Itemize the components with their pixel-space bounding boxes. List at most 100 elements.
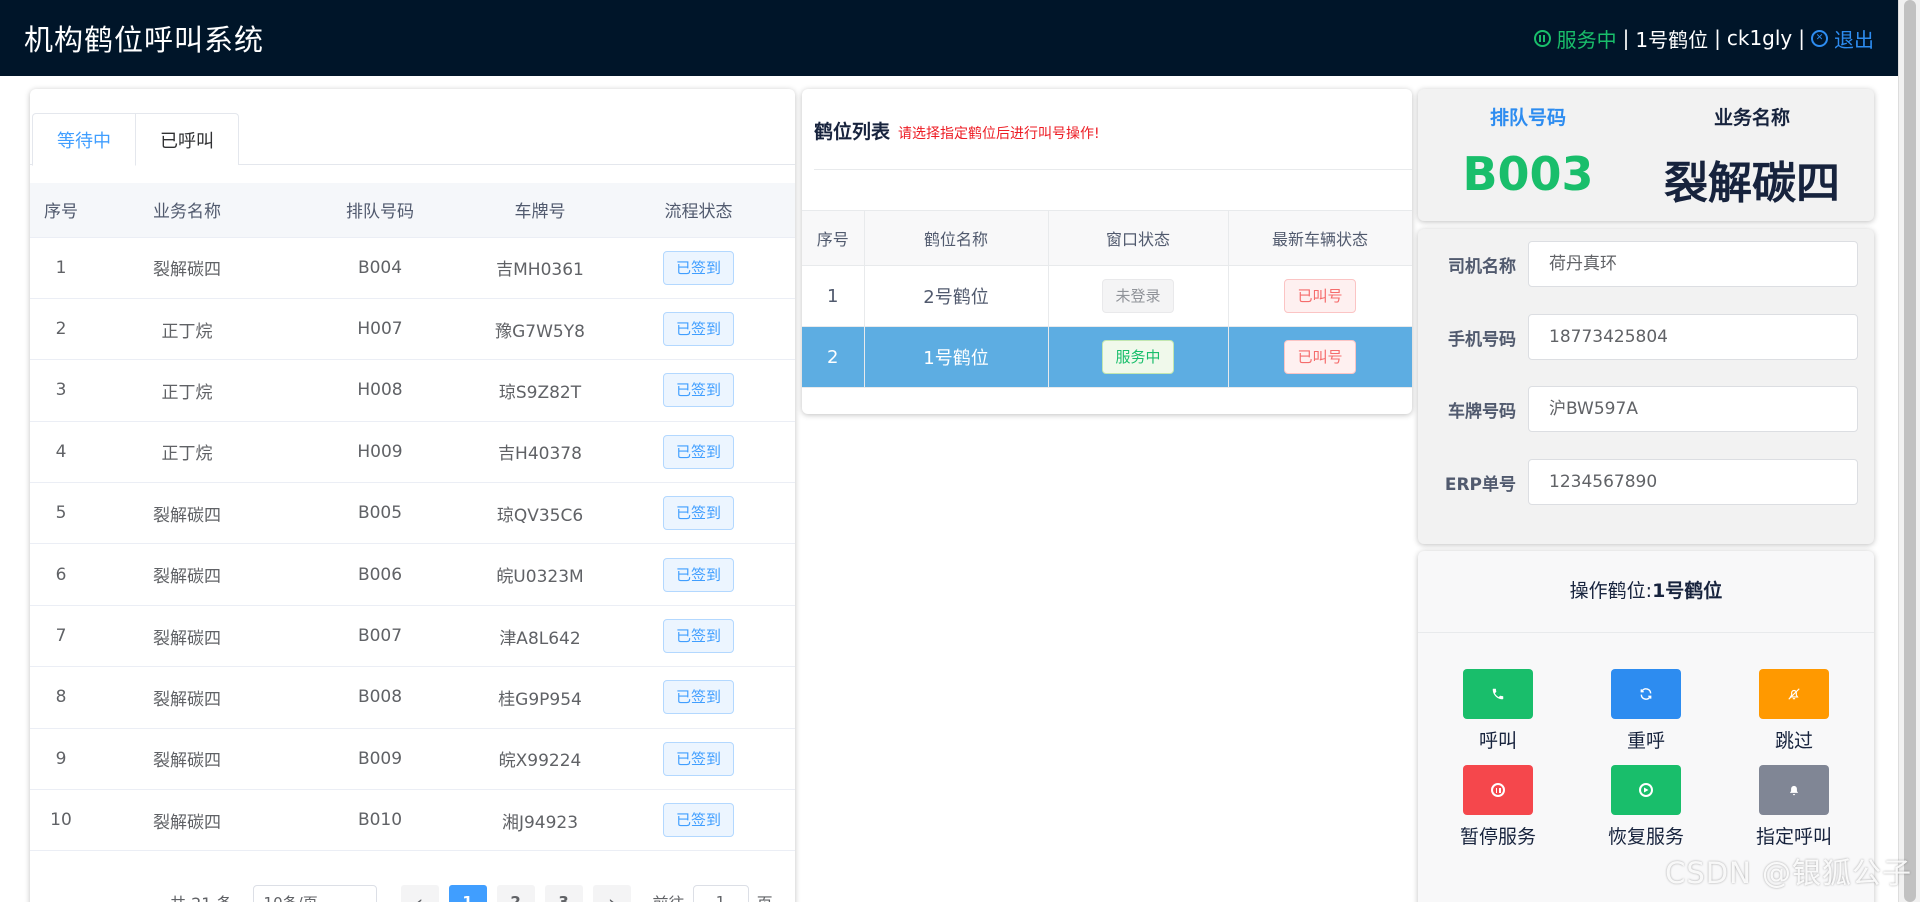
driver-name-field[interactable]: 荷丹真环 bbox=[1528, 241, 1858, 287]
call-button[interactable]: 呼叫 bbox=[1443, 669, 1553, 753]
column-header[interactable]: 排队号码 bbox=[282, 183, 478, 238]
cell-no: 4 bbox=[30, 421, 92, 484]
cell-queue: B009 bbox=[282, 728, 478, 791]
phone-field[interactable]: 18773425804 bbox=[1528, 314, 1858, 360]
table-row[interactable]: 6 裂解碳四 B006 皖U0323M 已签到 bbox=[30, 543, 795, 606]
form-row-plate: 车牌号码 沪BW597A bbox=[1418, 386, 1874, 432]
plate-field[interactable]: 沪BW597A bbox=[1528, 386, 1858, 432]
watermark: CSDN @银狐公子 bbox=[1665, 856, 1912, 890]
cell-queue: B004 bbox=[282, 237, 478, 299]
separator: | bbox=[1622, 26, 1630, 50]
designated-call-button[interactable]: 指定呼叫 bbox=[1739, 765, 1849, 849]
cell-biz: 裂解碳四 bbox=[92, 482, 282, 545]
page-button[interactable]: 1 bbox=[448, 885, 487, 902]
vehicle-status-badge: 已叫号 bbox=[1284, 340, 1356, 374]
phone-label: 手机号码 bbox=[1448, 329, 1516, 350]
service-status: 服务中 bbox=[1533, 24, 1617, 53]
column-header: 最新车辆状态 bbox=[1228, 210, 1412, 266]
erp-label: ERP单号 bbox=[1444, 474, 1516, 495]
phone-icon bbox=[1463, 669, 1533, 719]
play-circle-icon bbox=[1611, 765, 1681, 815]
table-header-row: 序号 鹤位名称 窗口状态 最新车辆状态 bbox=[802, 210, 1412, 266]
table-row[interactable]: 8 裂解碳四 B008 桂G9P954 已签到 bbox=[30, 666, 795, 729]
scrollbar-thumb[interactable] bbox=[1904, 0, 1916, 902]
table-row[interactable]: 5 裂解碳四 B005 琼QV35C6 已签到 bbox=[30, 482, 795, 545]
refresh-icon bbox=[1611, 669, 1681, 719]
operation-crane-title: 操作鹤位:1号鹤位 bbox=[1418, 576, 1874, 603]
prev-page-button[interactable]: ‹ bbox=[400, 885, 439, 902]
table-row[interactable]: 1 裂解碳四 B004 吉MH0361 已签到 bbox=[30, 237, 795, 299]
column-header: 鹤位名称 bbox=[864, 210, 1049, 266]
skip-label: 跳过 bbox=[1774, 730, 1813, 752]
designated-call-label: 指定呼叫 bbox=[1755, 826, 1832, 848]
bell-off-icon bbox=[1759, 669, 1829, 719]
cell-status: 已签到 bbox=[602, 789, 795, 852]
queue-number-value: B003 bbox=[1462, 147, 1594, 201]
crane-row[interactable]: 1 2号鹤位 未登录 已叫号 bbox=[802, 265, 1412, 327]
column-header[interactable]: 业务名称 bbox=[92, 183, 282, 238]
goto-label: 前往 bbox=[653, 890, 685, 902]
column-header: 序号 bbox=[802, 210, 865, 266]
cell-no: 2 bbox=[30, 298, 92, 361]
page-size-select[interactable]: 10条/页 ⌄ bbox=[252, 885, 377, 902]
cell-status: 已签到 bbox=[602, 666, 795, 729]
status-badge: 已签到 bbox=[662, 434, 734, 469]
cell-biz: 裂解碳四 bbox=[92, 605, 282, 668]
table-row[interactable]: 7 裂解碳四 B007 津A8L642 已签到 bbox=[30, 605, 795, 668]
cell-status: 已签到 bbox=[602, 298, 795, 361]
crane-list-hint: 请选择指定鹤位后进行叫号操作! bbox=[898, 126, 1100, 142]
close-circle-icon: ✕ bbox=[1811, 29, 1828, 47]
table-row[interactable]: 9 裂解碳四 B009 皖X99224 已签到 bbox=[30, 728, 795, 791]
driver-info-form: 司机名称 荷丹真环 手机号码 18773425804 车牌号码 沪BW597A … bbox=[1418, 229, 1874, 544]
cell-no: 6 bbox=[30, 543, 92, 606]
cell-no: 7 bbox=[30, 605, 92, 668]
cell-no: 8 bbox=[30, 666, 92, 729]
tab-called[interactable]: 已呼叫 bbox=[135, 113, 239, 165]
table-row[interactable]: 2 正丁烷 H007 豫G7W5Y8 已签到 bbox=[30, 298, 795, 361]
pause-service-button[interactable]: 暂停服务 bbox=[1443, 765, 1553, 849]
status-badge: 已签到 bbox=[662, 803, 734, 838]
column-header[interactable]: 序号 bbox=[30, 183, 92, 238]
cell-queue: B005 bbox=[282, 482, 478, 545]
status-badge: 已签到 bbox=[662, 312, 734, 347]
cell-vehicle-status: 已叫号 bbox=[1228, 265, 1412, 327]
resume-service-button[interactable]: 恢复服务 bbox=[1591, 765, 1701, 849]
cell-biz: 裂解碳四 bbox=[92, 728, 282, 791]
queue-panel: 等待中 已呼叫 序号 业务名称 排队号码 车牌号 流程状态 1 裂解碳四 B004 吉… bbox=[30, 89, 795, 902]
recall-button[interactable]: 重呼 bbox=[1591, 669, 1701, 753]
cell-biz: 裂解碳四 bbox=[92, 237, 282, 299]
cell-no: 10 bbox=[30, 789, 92, 852]
crane-row[interactable]: 2 1号鹤位 服务中 已叫号 bbox=[802, 326, 1412, 388]
cell-plate: 桂G9P954 bbox=[478, 666, 602, 729]
column-header[interactable]: 流程状态 bbox=[602, 183, 795, 238]
table-row[interactable]: 3 正丁烷 H008 琼S9Z82T 已签到 bbox=[30, 359, 795, 422]
queue-number-label: 排队号码 bbox=[1489, 107, 1566, 129]
table-row[interactable]: 4 正丁烷 H009 吉H40378 已签到 bbox=[30, 421, 795, 484]
cell-name: 1号鹤位 bbox=[864, 326, 1049, 388]
skip-button[interactable]: 跳过 bbox=[1739, 669, 1849, 753]
table-row[interactable]: 10 裂解碳四 B010 湘J94923 已签到 bbox=[30, 789, 795, 852]
window-status-badge: 服务中 bbox=[1102, 340, 1174, 374]
cell-queue: H007 bbox=[282, 298, 478, 361]
recall-label: 重呼 bbox=[1626, 730, 1665, 752]
next-page-button[interactable]: › bbox=[592, 885, 631, 902]
tab-waiting[interactable]: 等待中 bbox=[32, 113, 136, 166]
pagination: 共 21 条 10条/页 ⌄ ‹ 1 2 3 › 前往 1 页 bbox=[170, 885, 773, 902]
logout-button[interactable]: ✕ 退出 bbox=[1811, 24, 1874, 53]
page-button[interactable]: 3 bbox=[544, 885, 583, 902]
goto-page-input[interactable]: 1 bbox=[692, 885, 749, 902]
crane-list-title: 鹤位列表 bbox=[814, 121, 891, 143]
erp-field[interactable]: 1234567890 bbox=[1528, 459, 1858, 505]
page-button[interactable]: 2 bbox=[496, 885, 535, 902]
column-header[interactable]: 车牌号 bbox=[478, 183, 602, 238]
logout-label: 退出 bbox=[1834, 27, 1874, 52]
top-header: 机构鹤位呼叫系统 服务中 | 1号鹤位 | ck1gly | ✕ 退出 bbox=[0, 0, 1898, 76]
cell-queue: B010 bbox=[282, 789, 478, 852]
cell-no: 1 bbox=[30, 237, 92, 299]
column-header: 窗口状态 bbox=[1048, 210, 1229, 266]
vertical-scrollbar[interactable] bbox=[1898, 0, 1920, 902]
cell-biz: 裂解碳四 bbox=[92, 789, 282, 852]
queue-tabs: 等待中 已呼叫 bbox=[30, 113, 795, 166]
form-row-phone: 手机号码 18773425804 bbox=[1418, 314, 1874, 360]
crane-table: 序号 鹤位名称 窗口状态 最新车辆状态 1 2号鹤位 未登录 已叫号 2 1号鹤位 服务中已… bbox=[802, 210, 1412, 388]
